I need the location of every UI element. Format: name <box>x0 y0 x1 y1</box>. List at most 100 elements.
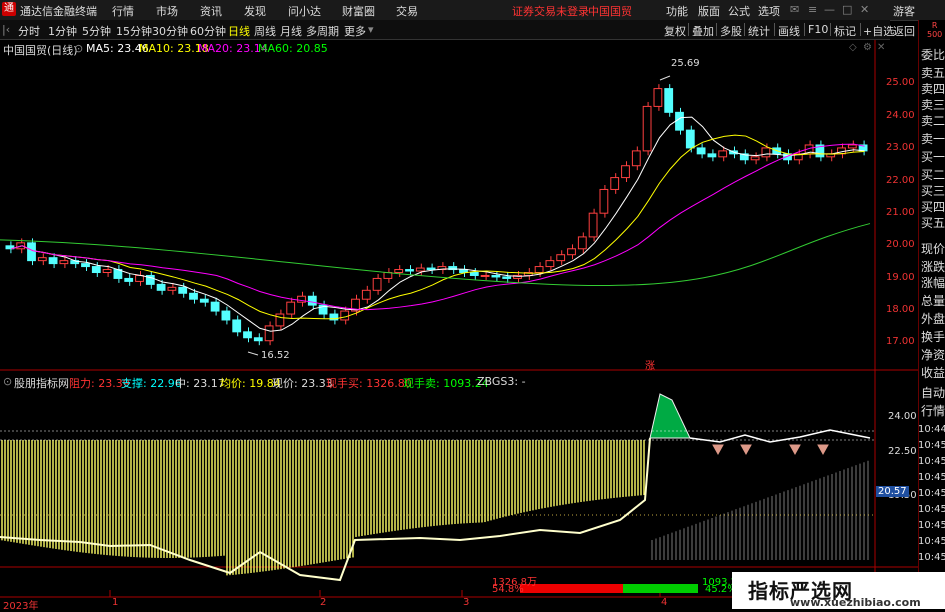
period-tick[interactable]: 分时 <box>18 23 40 39</box>
time-tick: 10:45 <box>918 504 945 515</box>
candle <box>642 105 652 152</box>
close-icon[interactable]: ✕ <box>860 3 869 16</box>
right-badge[interactable]: R 500 <box>927 21 942 39</box>
rc-item[interactable]: 买五 <box>921 216 945 230</box>
period-monthly[interactable]: 月线 <box>280 23 302 39</box>
ma-settings-icon[interactable]: ⊙ <box>74 42 83 55</box>
x-label: 1 <box>112 597 119 608</box>
menu-formula[interactable]: 公式 <box>728 3 750 19</box>
rc-item[interactable]: 涨幅 <box>921 276 945 290</box>
rc-item[interactable]: 买二 <box>921 168 945 182</box>
menu-layout[interactable]: 版面 <box>698 3 720 19</box>
ma10-line <box>11 134 865 320</box>
indicator-settings-icon[interactable]: ⊙ <box>3 375 12 388</box>
candle <box>59 260 69 265</box>
menu-trade[interactable]: 交易 <box>396 3 418 19</box>
rc-item[interactable]: 卖一 <box>921 132 945 146</box>
rc-item[interactable]: 买四 <box>921 200 945 214</box>
candle <box>426 267 436 271</box>
candle <box>718 150 728 158</box>
period-60min[interactable]: 60分钟 <box>190 23 226 39</box>
rc-item[interactable]: 自动 <box>921 386 945 400</box>
menu-discover[interactable]: 发现 <box>244 3 266 19</box>
sell-diamond-icon <box>712 444 724 456</box>
maximize-icon[interactable]: □ <box>842 3 852 16</box>
btn-add-watchlist[interactable]: +自选 <box>863 23 894 39</box>
rc-item[interactable]: 卖五 <box>921 66 945 80</box>
period-1min[interactable]: 1分钟 <box>48 23 77 39</box>
rc-item[interactable]: 卖三 <box>921 98 945 112</box>
ma60-line <box>0 223 871 287</box>
candle <box>631 150 641 167</box>
candle <box>189 292 198 300</box>
mid-label: 中: 23.17 <box>175 377 225 390</box>
top-menu-bar: 通 通达信金融终端 行情 市场 资讯 发现 问小达 财富圈 交易 证券交易未登录… <box>0 0 945 21</box>
mail-icon[interactable]: ✉ <box>790 3 799 16</box>
period-multi[interactable]: 多周期 <box>306 23 339 39</box>
rc-item[interactable]: 卖二 <box>921 114 945 128</box>
rc-item[interactable]: 外盘 <box>921 312 945 326</box>
chart-canvas <box>0 40 918 609</box>
menu-news[interactable]: 资讯 <box>200 3 222 19</box>
rc-item[interactable]: 买一 <box>921 150 945 164</box>
menu-wealth[interactable]: 财富圈 <box>342 3 375 19</box>
more-dropdown-icon[interactable]: ▾ <box>368 23 374 36</box>
chart-options-icon[interactable]: ◇ <box>849 42 857 53</box>
rc-item[interactable]: 换手 <box>921 330 945 344</box>
rc-item[interactable]: 现价 <box>921 242 945 256</box>
btn-f10[interactable]: F10 <box>808 23 828 36</box>
candle <box>750 156 760 161</box>
candle <box>178 286 188 294</box>
period-daily[interactable]: 日线 <box>228 23 250 39</box>
rc-item[interactable]: 行情 <box>921 404 945 418</box>
btn-multi-stock[interactable]: 多股 <box>720 23 742 39</box>
period-5min[interactable]: 5分钟 <box>82 23 111 39</box>
guest-label[interactable]: 游客 <box>893 3 915 19</box>
candle <box>275 313 285 327</box>
y-tick: 24.00 <box>886 110 915 121</box>
sell-hand-label: 现手卖: 1093.24 <box>403 377 489 390</box>
menu-ask[interactable]: 问小达 <box>288 3 321 19</box>
candle <box>610 177 620 190</box>
time-tick: 10:45 <box>918 520 945 531</box>
candle <box>685 129 695 149</box>
btn-mark[interactable]: 标记 <box>834 23 856 39</box>
period-more[interactable]: 更多 <box>344 23 366 39</box>
period-15min[interactable]: 15分钟 <box>116 23 152 39</box>
btn-back[interactable]: 返回 <box>893 23 915 39</box>
btn-draw[interactable]: 画线 <box>778 23 800 39</box>
btn-overlay[interactable]: 叠加 <box>692 23 714 39</box>
candle <box>534 266 544 274</box>
candle <box>491 274 501 278</box>
candle <box>286 301 296 315</box>
high-price-label: 25.69 <box>671 58 700 69</box>
login-warning[interactable]: 证券交易未登录 <box>512 3 589 19</box>
rc-item[interactable]: 收益 <box>921 366 945 380</box>
period-weekly[interactable]: 周线 <box>254 23 276 39</box>
menu-icon[interactable]: ≡ <box>808 3 817 16</box>
candle <box>135 274 144 282</box>
rc-item[interactable]: 涨跌 <box>921 260 945 274</box>
btn-restore-rights[interactable]: 复权 <box>664 23 686 39</box>
rc-item[interactable]: 买三 <box>921 184 945 198</box>
candle <box>577 236 587 250</box>
menu-options[interactable]: 选项 <box>758 3 780 19</box>
rc-item[interactable]: 委比 <box>921 48 945 62</box>
rc-item[interactable]: 卖四 <box>921 82 945 96</box>
minimize-icon[interactable]: — <box>824 3 835 16</box>
menu-market[interactable]: 市场 <box>156 3 178 19</box>
menu-quotes[interactable]: 行情 <box>112 3 134 19</box>
candle <box>599 188 609 214</box>
period-30min[interactable]: 30分钟 <box>152 23 188 39</box>
btn-stats[interactable]: 统计 <box>748 23 770 39</box>
rc-item[interactable]: 净资 <box>921 348 945 362</box>
menu-function[interactable]: 功能 <box>666 3 688 19</box>
chart-settings-icon[interactable]: ⚙ <box>863 42 872 53</box>
candle <box>405 269 414 272</box>
x-label: 2 <box>320 597 327 608</box>
rc-item[interactable]: 总量 <box>921 294 945 308</box>
collapse-icon[interactable]: |‹ <box>2 23 10 36</box>
time-tick: 10:45 <box>918 456 945 467</box>
sell-diamond-icon <box>817 444 829 456</box>
chart-close-icon[interactable]: ✕ <box>877 42 885 53</box>
